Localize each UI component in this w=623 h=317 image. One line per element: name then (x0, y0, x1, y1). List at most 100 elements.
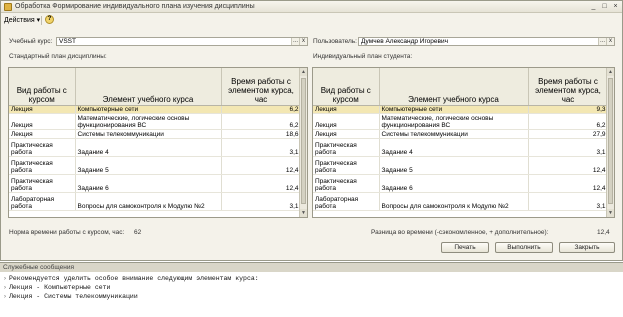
actions-menu[interactable]: Действия ▾ (4, 16, 40, 24)
cell-element: Компьютерные сети (75, 105, 222, 114)
cell-work-type: Лекция (313, 113, 380, 130)
user-field[interactable]: Думчев Александр Игоревич ... x (358, 37, 615, 46)
column-header-work-type[interactable]: Вид работы с курсом (9, 68, 76, 106)
individual-table-scrollbar[interactable]: ▲ ▼ (606, 68, 614, 217)
cell-hours: 3,1 (221, 138, 302, 157)
cell-element: Вопросы для самоконтроля к Модулю №2 (75, 192, 222, 211)
standard-plan-table[interactable]: Вид работы с курсом Элемент учебного кур… (8, 67, 308, 218)
cell-work-type: Лекция (313, 129, 380, 139)
cell-element: Системы телекоммуникации (75, 129, 222, 139)
cell-element: Задание 5 (379, 156, 529, 175)
column-header-element[interactable]: Элемент учебного курса (379, 68, 529, 106)
cell-hours: 12,4 (528, 156, 609, 175)
maximize-button[interactable]: □ (600, 2, 609, 11)
table-row[interactable]: Лекция Математические, логические основы… (313, 113, 609, 130)
cell-work-type: Лабораторная работа (9, 192, 76, 211)
course-label: Учебный курс: (9, 38, 53, 45)
execute-button[interactable]: Выполнить (495, 242, 553, 253)
cell-element: Задание 4 (75, 138, 222, 157)
table-row[interactable]: Практическая работа Задание 5 12,4 (9, 156, 302, 175)
close-button[interactable]: Закрыть (559, 242, 615, 253)
cell-hours: 3,1 (221, 192, 302, 211)
cell-hours: 12,4 (221, 174, 302, 193)
cell-hours: 18,6 (221, 129, 302, 139)
norm-label: Норма времени работы с курсом, час: (9, 229, 125, 236)
scroll-up-icon[interactable]: ▲ (607, 68, 614, 76)
cell-hours: 27,9 (528, 129, 609, 139)
message-text: Лекция - Компьютерные сети (9, 284, 111, 291)
app-icon (4, 3, 12, 11)
cell-element: Задание 6 (379, 174, 529, 193)
print-button[interactable]: Печать (441, 242, 489, 253)
cell-element: Компьютерные сети (379, 105, 529, 114)
course-clear-button[interactable]: x (299, 38, 307, 45)
close-window-button[interactable]: × (611, 2, 620, 11)
cell-work-type: Лекция (9, 129, 76, 139)
standard-plan-label: Стандартный план дисциплины: (9, 53, 107, 60)
table-row[interactable]: Лекция Компьютерные сети 9,3 (313, 105, 609, 114)
course-field[interactable]: VSST ... x (56, 37, 308, 46)
table-row[interactable]: Лабораторная работа Вопросы для самоконт… (9, 192, 302, 211)
message-line[interactable]: › Лекция - Системы телекоммуникации (3, 293, 138, 301)
cell-hours: 12,4 (221, 156, 302, 175)
table-row[interactable]: Лекция Системы телекоммуникации 27,9 (313, 129, 609, 139)
cell-element: Математические, логические основы функци… (379, 113, 529, 130)
individual-plan-table[interactable]: Вид работы с курсом Элемент учебного кур… (312, 67, 615, 218)
message-text: Рекомендуется уделить особое внимание сл… (9, 275, 259, 282)
cell-element: Математические, логические основы функци… (75, 113, 222, 130)
cell-work-type: Лекция (9, 113, 76, 130)
message-line[interactable]: › Лекция - Компьютерные сети (3, 284, 110, 292)
table-row[interactable]: Практическая работа Задание 4 3,1 (313, 138, 609, 157)
column-header-element[interactable]: Элемент учебного курса (75, 68, 222, 106)
scroll-thumb[interactable] (608, 78, 613, 204)
individual-plan-label: Индивидуальный план студента: (313, 53, 413, 60)
messages-panel: Служебные сообщения › Рекомендуется удели… (0, 262, 623, 317)
processing-window: Обработка Формирование индивидуального п… (0, 0, 623, 261)
cell-work-type: Лекция (9, 105, 76, 114)
column-header-work-type[interactable]: Вид работы с курсом (313, 68, 380, 106)
column-header-hours[interactable]: Время работы с элементом курса, час (221, 68, 302, 106)
cell-hours: 3,1 (528, 192, 609, 211)
user-clear-button[interactable]: x (606, 38, 614, 45)
cell-work-type: Лабораторная работа (313, 192, 380, 211)
user-value: Думчев Александр Игоревич (361, 38, 448, 45)
cell-work-type: Практическая работа (313, 174, 380, 193)
toolbar: Действия ▾ ? (1, 14, 622, 26)
table-row[interactable]: Лабораторная работа Вопросы для самоконт… (313, 192, 609, 211)
message-text: Лекция - Системы телекоммуникации (9, 293, 138, 300)
table-row[interactable]: Лекция Математические, логические основы… (9, 113, 302, 130)
cell-work-type: Лекция (313, 105, 380, 114)
title-bar: Обработка Формирование индивидуального п… (1, 1, 622, 13)
scroll-up-icon[interactable]: ▲ (300, 68, 307, 76)
table-row[interactable]: Практическая работа Задание 6 12,4 (313, 174, 609, 193)
cell-hours: 6,2 (221, 105, 302, 114)
table-row[interactable]: Практическая работа Задание 5 12,4 (313, 156, 609, 175)
user-label: Пользователь: (313, 38, 357, 45)
table-row[interactable]: Практическая работа Задание 4 3,1 (9, 138, 302, 157)
column-header-hours[interactable]: Время работы с элементом курса, час (528, 68, 609, 106)
scroll-thumb[interactable] (301, 78, 306, 204)
scroll-down-icon[interactable]: ▼ (300, 209, 307, 217)
table-row[interactable]: Практическая работа Задание 6 12,4 (9, 174, 302, 193)
cell-element: Вопросы для самоконтроля к Модулю №2 (379, 192, 529, 211)
norm-value: 62 (134, 229, 142, 236)
cell-element: Задание 5 (75, 156, 222, 175)
help-icon[interactable]: ? (45, 15, 54, 24)
cell-element: Задание 4 (379, 138, 529, 157)
course-select-button[interactable]: ... (291, 38, 299, 45)
user-select-button[interactable]: ... (598, 38, 606, 45)
cell-work-type: Практическая работа (9, 174, 76, 193)
cell-hours: 6,2 (528, 113, 609, 130)
diff-value: 12,4 (597, 229, 610, 236)
cell-hours: 3,1 (528, 138, 609, 157)
minimize-button[interactable]: _ (589, 2, 598, 11)
course-value: VSST (59, 38, 76, 45)
cell-hours: 6,2 (221, 113, 302, 130)
message-line[interactable]: › Рекомендуется уделить особое внимание с… (3, 275, 259, 283)
standard-table-scrollbar[interactable]: ▲ ▼ (299, 68, 307, 217)
table-row[interactable]: Лекция Системы телекоммуникации 18,6 (9, 129, 302, 139)
table-row[interactable]: Лекция Компьютерные сети 6,2 (9, 105, 302, 114)
scroll-down-icon[interactable]: ▼ (607, 209, 614, 217)
cell-element: Системы телекоммуникации (379, 129, 529, 139)
diff-label: Разница во времени (-сэкономленное, + до… (371, 229, 549, 236)
